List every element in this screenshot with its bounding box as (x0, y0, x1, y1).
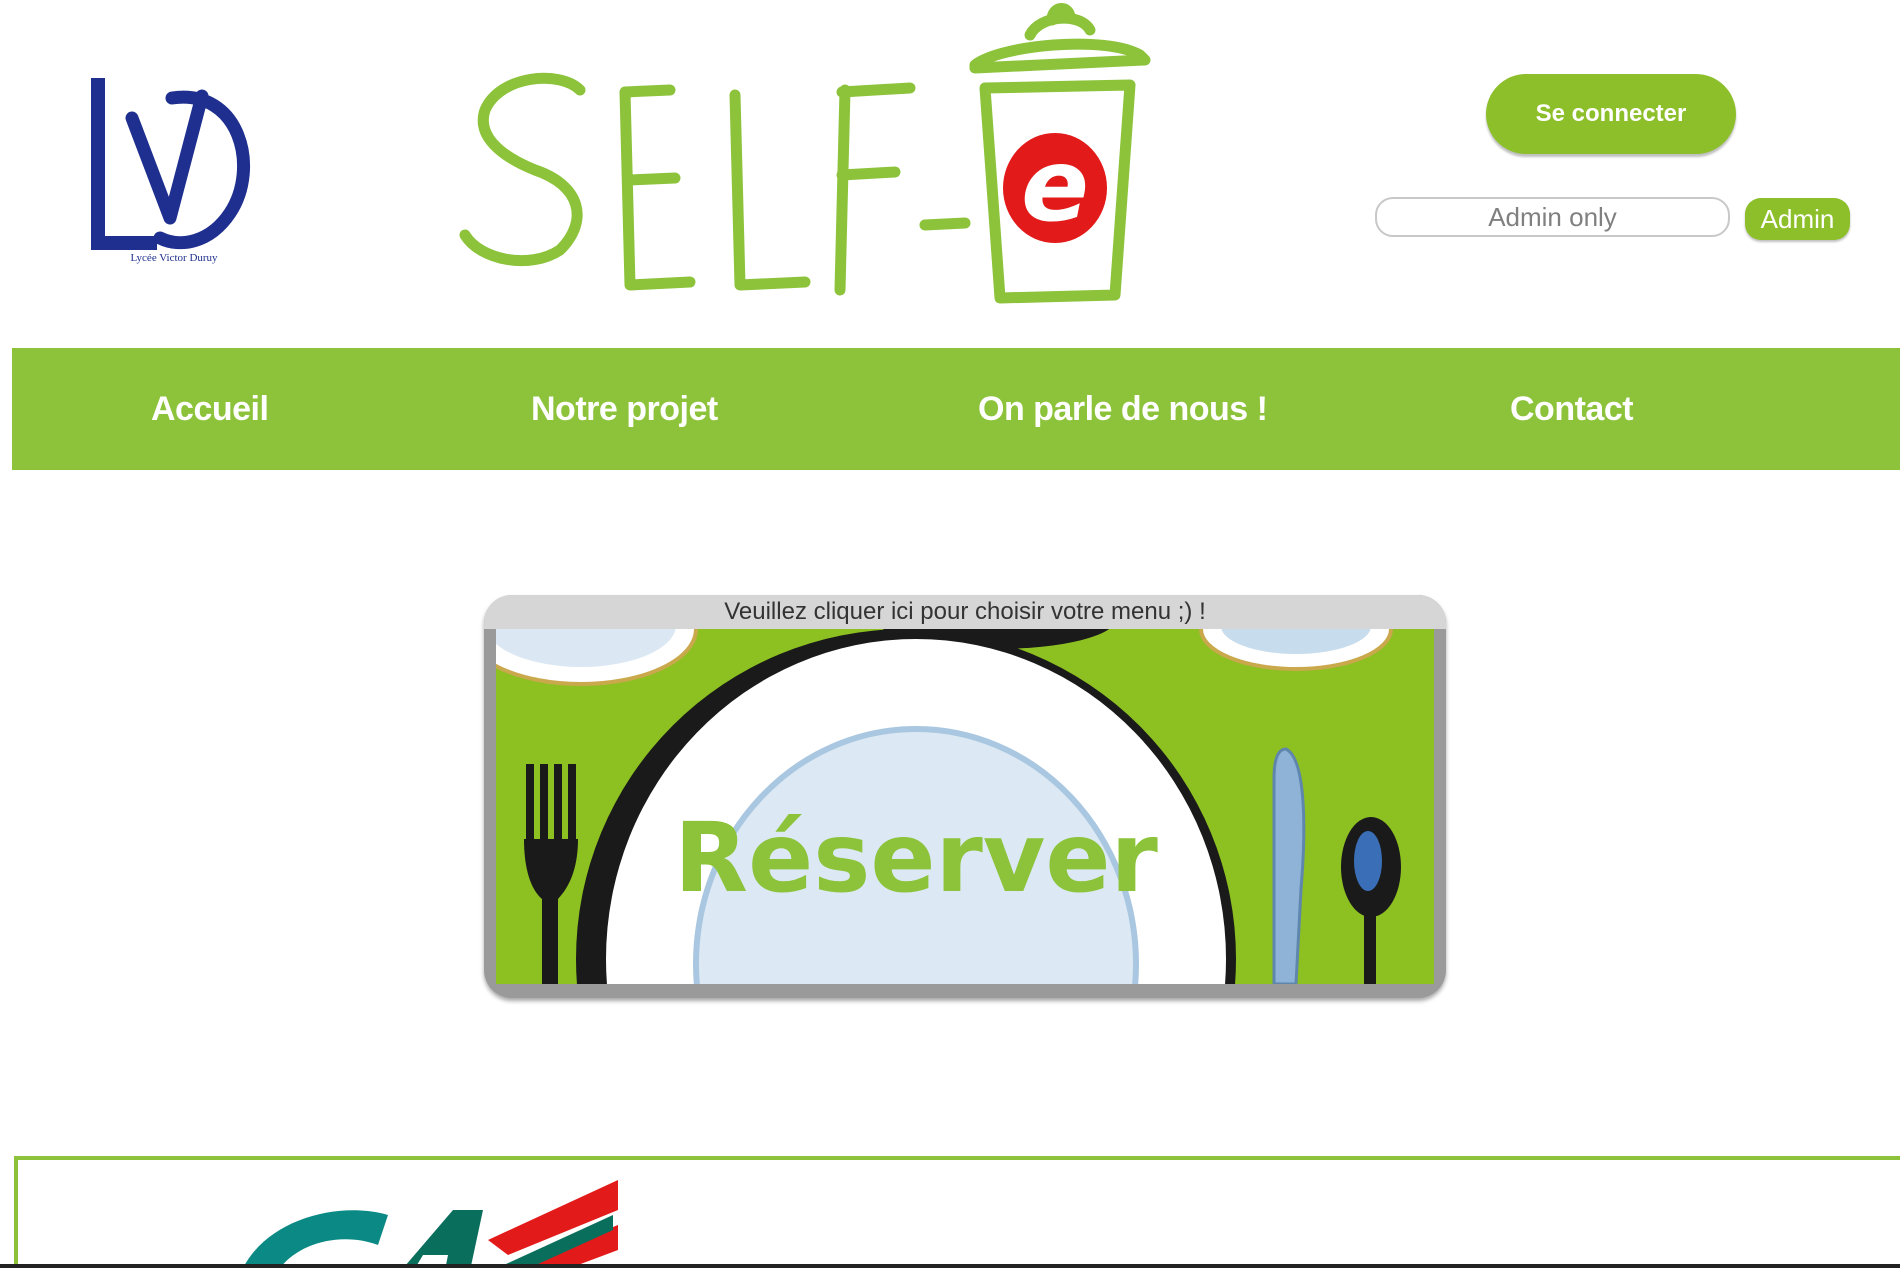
nav-item-contact[interactable]: Contact (1510, 348, 1634, 470)
nav-item-on-parle-de-nous[interactable]: On parle de nous ! (978, 348, 1268, 470)
admin-button[interactable]: Admin (1745, 198, 1850, 240)
self-e-logo-accent: e (1021, 127, 1089, 244)
reserve-label: Réserver (674, 802, 1158, 914)
reserve-caption: Veuillez cliquer ici pour choisir votre … (484, 595, 1446, 629)
connect-button[interactable]: Se connecter (1486, 74, 1736, 154)
admin-button-label: Admin (1760, 203, 1835, 234)
reserve-banner[interactable]: Veuillez cliquer ici pour choisir votre … (484, 595, 1446, 998)
credit-agricole-logo[interactable] (218, 1170, 638, 1268)
connect-button-label: Se connecter (1535, 100, 1687, 127)
admin-password-input[interactable] (1375, 197, 1730, 237)
main-nav: Accueil Notre projet On parle de nous ! … (12, 348, 1900, 470)
nav-item-accueil[interactable]: Accueil (151, 348, 269, 470)
window-bottom-edge (0, 1264, 1900, 1268)
reserve-illustration: Réserver (496, 629, 1434, 984)
nav-item-notre-projet[interactable]: Notre projet (531, 348, 718, 470)
self-e-logo[interactable]: e (440, 0, 1170, 315)
school-logo-caption: Lycée Victor Duruy (130, 252, 218, 264)
knife-icon (1272, 747, 1306, 984)
partners-section (14, 1156, 1900, 1268)
